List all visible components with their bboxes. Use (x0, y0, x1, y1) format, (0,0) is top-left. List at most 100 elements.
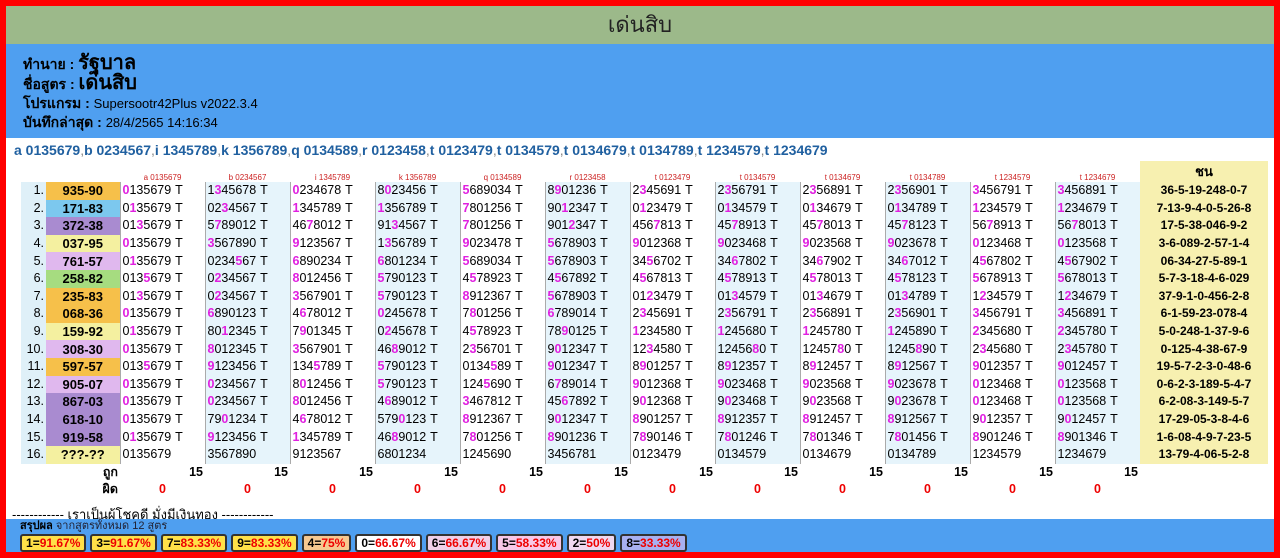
formula-cell: 8901257 T (629, 410, 715, 429)
formula-cell: 0234567 T (204, 269, 290, 288)
column-header: t 0123479 (654, 173, 691, 182)
result-cell: 905-07 (46, 375, 120, 394)
formula-cell: 0135679 T (119, 322, 205, 341)
chon-header: ชน (1140, 161, 1268, 182)
formula-cell: 9023568 T (799, 375, 885, 394)
formula-cell: 0234567 T (204, 199, 290, 218)
formula-cell: 3456791 T (969, 305, 1055, 323)
result-cell: 258-82 (46, 269, 120, 288)
formula-cell: 0134679 T (799, 199, 885, 218)
chon-cell: 06-34-27-5-89-1 (1140, 252, 1268, 270)
formula-cell: 8901346 T (1054, 428, 1140, 446)
formula-cell: 8912567 T (884, 357, 970, 376)
miss-count: 0 (924, 482, 931, 497)
hit-count: 15 (784, 464, 798, 479)
formula-cell: 0234567 T (204, 375, 290, 394)
formula-cell: 4578923 T (459, 269, 545, 288)
formula-cell: 0135679 T (119, 305, 205, 323)
filter-item: t 0123479 (429, 142, 493, 158)
formula-cell: 4567802 T (969, 252, 1055, 270)
formula-cell: 2356891 T (799, 182, 885, 200)
summary-badge: 0=66.67% (355, 534, 422, 552)
chon-cell: 6-1-59-23-078-4 (1140, 305, 1268, 323)
filter-item: t 0134579 (496, 142, 560, 158)
column-header: i 1345789 (314, 173, 351, 182)
table-row: 3. 372-38 0135679 T 5789012 T 4678012 T 9134567 T… (21, 217, 1268, 235)
formula-cell: 1245690 T (459, 375, 545, 394)
formula-cell: 9012457 T (1054, 410, 1140, 429)
hit-count: 15 (274, 464, 288, 479)
miss-count: 0 (414, 482, 421, 497)
formula-cell: 2356901 T (884, 305, 970, 323)
result-cell: 919-58 (46, 428, 120, 446)
formula-cell: 4689012 T (374, 428, 460, 446)
table-row: 10. 308-30 0135679 T 8012345 T 3567901 T 4689012… (21, 340, 1268, 358)
page-title: เด่นสิบ (6, 6, 1274, 44)
formula-cell: 4578913 T (714, 217, 800, 235)
formula-cell: 4678012 T (289, 305, 375, 323)
formula-cell: 9012368 T (629, 375, 715, 394)
formula-cell: 4578013 T (799, 217, 885, 235)
program-label: โปรแกรม : (23, 95, 90, 111)
formula-cell: 1234580 T (629, 322, 715, 341)
program-row: โปรแกรม : Supersootr42Plus v2022.3.4 (23, 94, 1274, 113)
formula-cell: 1245780 T (799, 322, 885, 341)
formula-cell: 7901234 T (204, 410, 290, 429)
formula-cell: 9012457 T (1054, 357, 1140, 376)
result-cell: 867-03 (46, 393, 120, 411)
formula-cell: 9123567 (289, 445, 375, 464)
chon-cell: 1-6-08-4-9-7-23-5 (1140, 428, 1268, 446)
formula-cell: 9023678 T (884, 393, 970, 411)
formula-cell: 5689034 T (459, 182, 545, 200)
formula-cell: 2345780 T (1054, 322, 1140, 341)
formula-cell: 4567813 T (629, 269, 715, 288)
badge-percent: 91.67% (39, 536, 81, 550)
formula-cell: 5678903 T (544, 287, 630, 306)
formula-cell: 0234567 T (204, 287, 290, 306)
filter-item: a 0135679 (14, 142, 81, 158)
formula-cell: 8912357 T (714, 357, 800, 376)
formula-cell: 6801234 T (374, 252, 460, 270)
column-header: b 0234567 (228, 173, 267, 182)
chon-cell: 7-13-9-4-0-5-26-8 (1140, 199, 1268, 218)
formula-cell: 4578923 T (459, 322, 545, 341)
formula-cell: 1234580 T (629, 340, 715, 358)
formula-cell: 8901236 T (544, 182, 630, 200)
formula-cell: 9023678 T (884, 375, 970, 394)
formula-cell: 2356901 T (884, 182, 970, 200)
formula-cell: 5790123 T (374, 375, 460, 394)
formula-cell: 1245780 T (799, 340, 885, 358)
badge-percent: 91.67% (110, 536, 151, 550)
filter-item: b 0234567 (84, 142, 152, 158)
formula-cell: 1245690 (459, 445, 545, 464)
row-number: 3. (21, 217, 46, 235)
table-row: 12. 905-07 0135679 T 0234567 T 8012456 T 5790123… (21, 375, 1268, 394)
formula-cell: 8023456 T (374, 182, 460, 200)
formula-cell: 7801256 T (459, 428, 545, 446)
saved-row: บันทึกล่าสุด : 28/4/2565 14:16:34 (23, 113, 1274, 132)
predictor-value: รัฐบาล (78, 52, 137, 74)
summary-badge: 3=91.67% (90, 534, 157, 552)
formula-cell: 0134579 T (714, 199, 800, 218)
badge-digit: 8 (626, 536, 633, 550)
row-number: 12. (21, 375, 46, 394)
table-row: 5. 761-57 0135679 T 0234567 T 6890234 T 6801234 T… (21, 252, 1268, 270)
formula-value: เด่นสิบ (78, 72, 137, 94)
result-cell: 618-10 (46, 410, 120, 429)
summary-badge: 9=83.33% (231, 534, 298, 552)
summary-badge: 2=50% (566, 534, 617, 552)
summary-badges: 1=91.67% 3=91.67% 7=83.33% 9=83.33% 4=75% 0=6… (20, 534, 1274, 552)
formula-cell: 0134679 (799, 445, 885, 464)
formula-cell: 0123468 T (969, 234, 1055, 253)
formula-cell: 8012345 T (204, 340, 290, 358)
formula-cell: 9023468 T (714, 393, 800, 411)
column-header: t 1234579 (994, 173, 1031, 182)
hit-count: 15 (954, 464, 968, 479)
formula-cell: 7801246 T (714, 428, 800, 446)
badge-percent: 33.33% (640, 536, 681, 550)
formula-cell: 1345789 T (289, 428, 375, 446)
summary-badge: 5=58.33% (496, 534, 563, 552)
formula-cell: 0135679 (119, 445, 205, 464)
row-number: 16. (21, 445, 46, 464)
formula-cell: 1234679 T (1054, 287, 1140, 306)
